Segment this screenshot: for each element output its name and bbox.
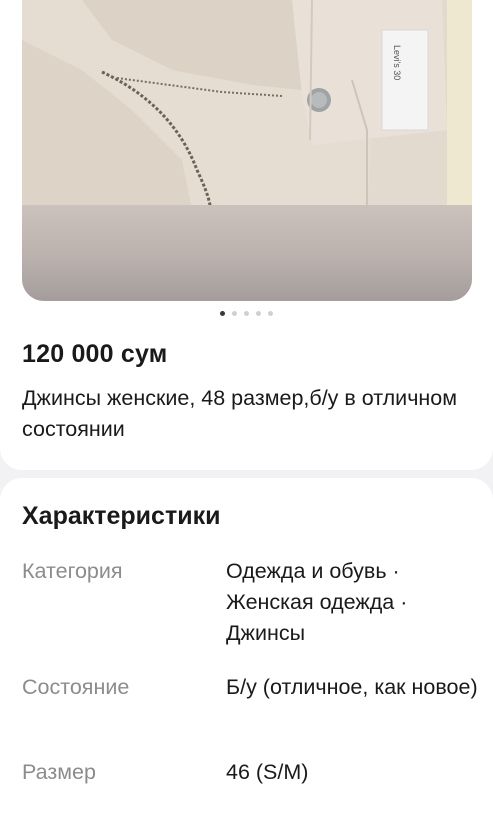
- characteristics-heading: Характеристики: [22, 502, 221, 530]
- pagination-dot[interactable]: [244, 311, 249, 316]
- characteristics-card: Характеристики Категория Одежда и обувь …: [0, 478, 493, 818]
- listing-title: Джинсы женские, 48 размер,б/у в отличном…: [22, 386, 458, 441]
- characteristic-label: Категория: [22, 559, 123, 583]
- characteristic-label: Состояние: [22, 675, 130, 699]
- product-photo[interactable]: Levi's 30: [22, 0, 472, 301]
- characteristic-value: 46 (S/M): [226, 760, 309, 784]
- listing-card: Levi's 30 120 000 сум Джинсы женские, 48…: [0, 0, 493, 470]
- pagination-dot[interactable]: [256, 311, 261, 316]
- characteristic-value[interactable]: Одежда и обувь · Женская одежда · Джинсы: [226, 556, 486, 649]
- pagination-dot[interactable]: [268, 311, 273, 316]
- pagination-dot[interactable]: [232, 311, 237, 316]
- photo-blurred-area: [22, 205, 472, 301]
- pagination-dot[interactable]: [220, 311, 225, 316]
- label-text: Levi's 30: [392, 45, 402, 80]
- characteristic-value: Б/у (отличное, как новое): [226, 675, 478, 699]
- photo-pagination[interactable]: [0, 311, 493, 316]
- listing-price: 120 000 сум: [22, 340, 168, 368]
- characteristic-label: Размер: [22, 760, 96, 784]
